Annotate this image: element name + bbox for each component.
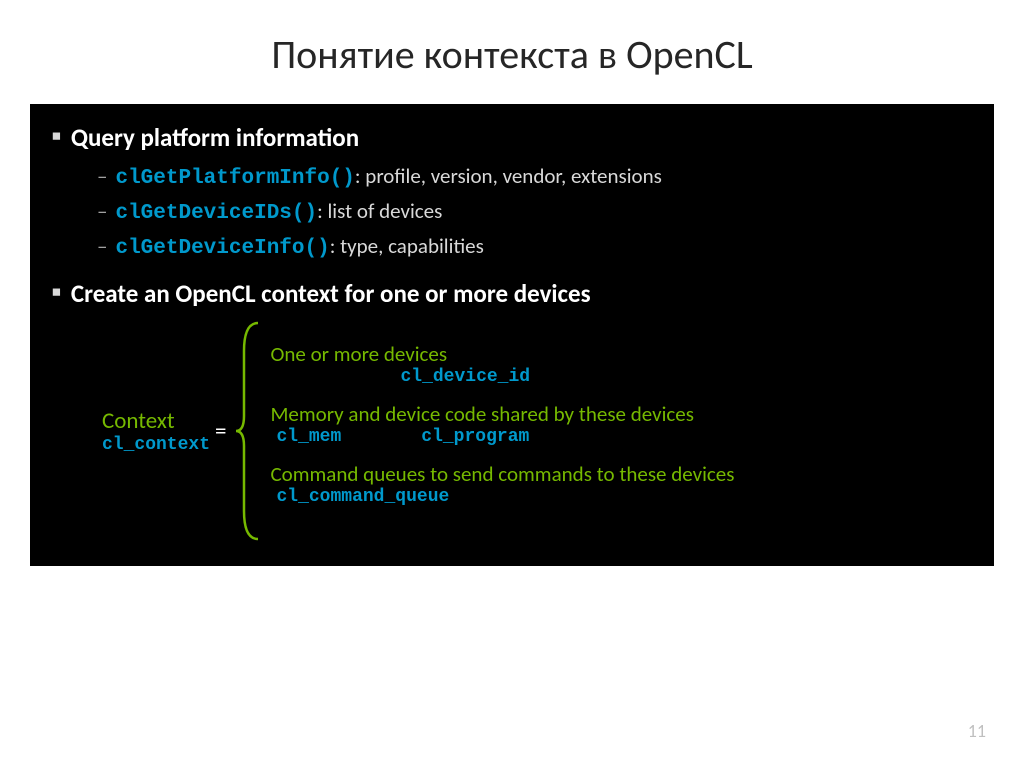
bullet-create-context: ▪ Create an OpenCL context for one or mo… [52,278,972,309]
dash-icon: – [97,233,107,259]
dash-icon: – [97,198,107,224]
sub-item: – clGetDeviceIDs(): list of devices [97,198,972,225]
equals-sign: = [207,417,234,445]
sub-item: – clGetDeviceInfo(): type, capabilities [97,233,972,260]
block-code: cl_memcl_program [270,427,972,447]
bullet-square-icon: ▪ [52,278,61,306]
context-definition: Context cl_context = One or more devices… [52,321,972,541]
block-title: One or more devices [270,341,972,367]
sub-item-text: : profile, version, vendor, extensions [355,163,662,189]
sub-item-text: : type, capabilities [330,233,484,259]
slide-title: Понятие контекста в OpenCL [0,0,1024,104]
bullet-query-platform: ▪ Query platform information [52,122,972,153]
block-title: Memory and device code shared by these d… [270,401,972,427]
context-code: cl_context [102,435,207,455]
context-left: Context cl_context [52,407,207,455]
function-name: clGetDeviceInfo() [115,237,329,260]
block-code: cl_device_id [270,367,972,387]
sub-item: – clGetPlatformInfo(): profile, version,… [97,163,972,190]
context-block-queues: Command queues to send commands to these… [270,461,972,507]
block-title: Command queues to send commands to these… [270,461,972,487]
sub-item-text: : list of devices [317,198,442,224]
function-name: clGetPlatformInfo() [115,167,354,190]
sublist-platform: – clGetPlatformInfo(): profile, version,… [97,163,972,260]
page-number: 11 [968,720,986,742]
block-code: cl_command_queue [270,487,972,507]
dash-icon: – [97,163,107,189]
bullet-text: Query platform information [71,122,359,153]
content-panel: ▪ Query platform information – clGetPlat… [30,104,994,566]
context-right: One or more devices cl_device_id Memory … [264,341,972,521]
context-label: Context [102,407,207,435]
bullet-square-icon: ▪ [52,122,61,150]
bullet-text: Create an OpenCL context for one or more… [71,278,591,309]
context-block-devices: One or more devices cl_device_id [270,341,972,387]
context-block-memory: Memory and device code shared by these d… [270,401,972,447]
function-name: clGetDeviceIDs() [115,202,317,225]
curly-brace-icon [234,321,264,541]
